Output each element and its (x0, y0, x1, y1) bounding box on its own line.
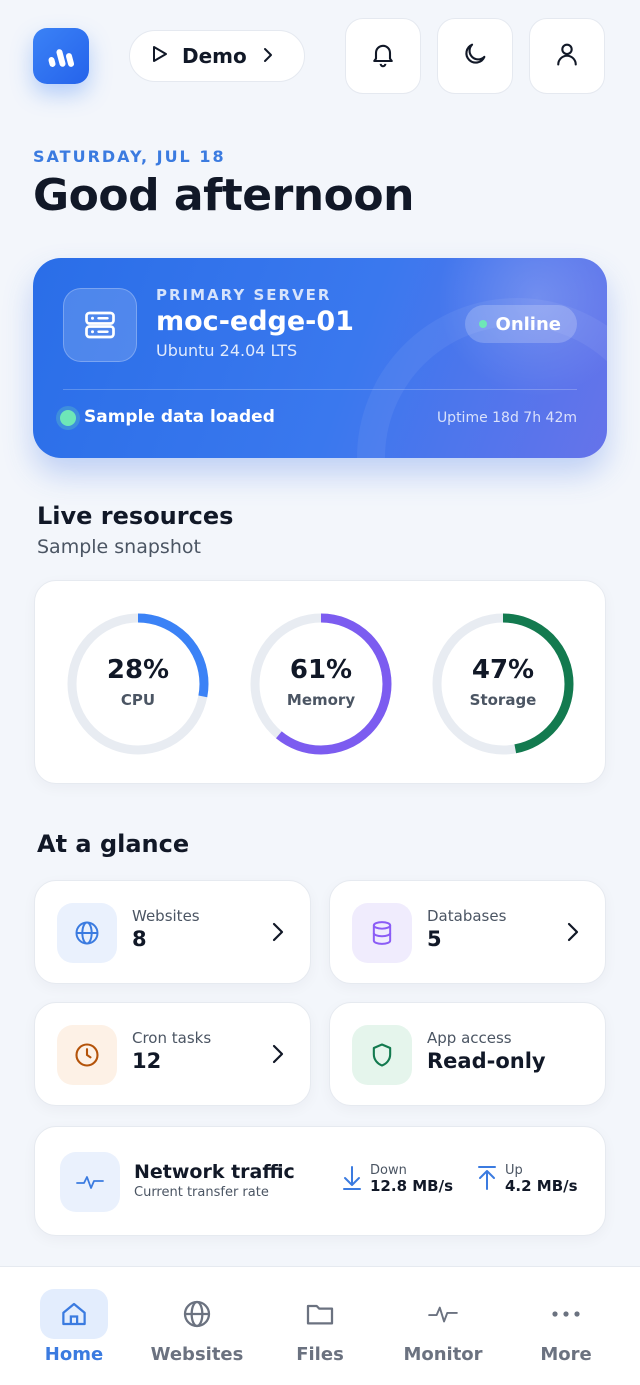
database-icon (352, 903, 412, 963)
gauge-value: 47% (471, 655, 535, 685)
gauge-value: 28% (106, 655, 170, 685)
memory-gauge: 61% Memory (248, 611, 394, 757)
bottom-navigation: Home Websites Files Monitor More (0, 1266, 640, 1385)
nav-item-files[interactable]: Files (256, 1267, 384, 1385)
tile-value: 12 (132, 1049, 162, 1073)
profile-button[interactable] (529, 18, 605, 94)
glance-title: At a glance (37, 830, 190, 858)
resources-card: 28% CPU 61% Memory 47% Storage (34, 580, 606, 784)
activity-icon (60, 1152, 120, 1212)
server-kicker: PRIMARY SERVER (156, 286, 332, 304)
status-text: Online (495, 313, 561, 335)
upload-label: Up (505, 1163, 523, 1178)
moon-icon (461, 40, 489, 72)
tile-value: 8 (132, 927, 147, 951)
bell-icon (369, 40, 397, 72)
nav-item-monitor[interactable]: Monitor (379, 1267, 507, 1385)
top-bar: Demo (33, 18, 607, 94)
network-subtitle: Current transfer rate (134, 1185, 269, 1200)
nav-item-websites[interactable]: Websites (133, 1267, 261, 1385)
home-icon (40, 1289, 108, 1339)
chevron-right-icon (272, 922, 284, 946)
gauge-label: CPU (120, 691, 156, 709)
bars-logo-icon[interactable] (33, 28, 89, 84)
clock-icon (57, 1025, 117, 1085)
resources-title: Live resources (37, 502, 234, 530)
date-label: SATURDAY, JUL 18 (33, 147, 226, 166)
download-value: 12.8 MB/s (370, 1177, 453, 1195)
cpu-gauge: 28% CPU (65, 611, 211, 757)
nav-label: Home (44, 1344, 104, 1365)
uptime-text: Uptime 18d 7h 42m (436, 410, 577, 426)
storage-gauge: 47% Storage (430, 611, 576, 757)
cron-tasks-tile[interactable]: Cron tasks 12 (34, 1002, 311, 1106)
nav-label: Websites (150, 1344, 244, 1365)
primary-server-card[interactable]: PRIMARY SERVER moc-edge-01 Ubuntu 24.04 … (33, 258, 607, 458)
app-access-tile: App access Read-only (329, 1002, 606, 1106)
folder-icon (286, 1289, 354, 1339)
tile-label: Databases (427, 907, 507, 925)
upload-value: 4.2 MB/s (505, 1177, 578, 1195)
notifications-button[interactable] (345, 18, 421, 94)
network-title: Network traffic (134, 1161, 295, 1183)
gauge-value: 61% (289, 655, 353, 685)
databases-tile[interactable]: Databases 5 (329, 880, 606, 984)
server-name: moc-edge-01 (156, 306, 354, 337)
activity-icon (409, 1289, 477, 1339)
page-title: Good afternoon (33, 170, 414, 221)
sample-data-note: Sample data loaded (84, 407, 275, 427)
shield-icon (352, 1025, 412, 1085)
nav-item-home[interactable]: Home (10, 1267, 138, 1385)
status-dot (478, 320, 487, 328)
nav-label: Files (296, 1344, 344, 1365)
theme-toggle-button[interactable] (437, 18, 513, 94)
chevron-right-icon (272, 1044, 284, 1068)
websites-tile[interactable]: Websites 8 (34, 880, 311, 984)
resources-subtitle: Sample snapshot (37, 536, 201, 558)
sample-indicator-dot (60, 410, 76, 426)
nav-label: More (540, 1344, 592, 1365)
play-icon (152, 44, 168, 68)
nav-label: Monitor (403, 1344, 483, 1365)
tile-label: Websites (132, 907, 200, 925)
gauge-label: Memory (286, 691, 356, 709)
more-dots-icon (532, 1289, 600, 1339)
globe-icon (57, 903, 117, 963)
divider (63, 389, 577, 390)
tile-value: Read-only (427, 1049, 546, 1073)
tile-value: 5 (427, 927, 442, 951)
status-badge: Online (464, 305, 577, 343)
server-os: Ubuntu 24.04 LTS (156, 341, 298, 360)
chevron-right-icon (263, 44, 273, 68)
network-traffic-card[interactable]: Network traffic Current transfer rate Do… (34, 1126, 606, 1236)
download-label: Down (370, 1163, 407, 1178)
chevron-right-icon (567, 922, 579, 946)
nav-item-more[interactable]: More (502, 1267, 630, 1385)
demo-label: Demo (182, 44, 247, 68)
gauge-label: Storage (469, 691, 537, 709)
tile-label: App access (427, 1029, 512, 1047)
arrow-down-icon (341, 1165, 363, 1195)
tile-label: Cron tasks (132, 1029, 212, 1047)
server-icon (63, 288, 137, 362)
demo-button[interactable]: Demo (129, 30, 305, 82)
arrow-up-icon (476, 1165, 498, 1195)
user-icon (553, 40, 581, 72)
globe-icon (163, 1289, 231, 1339)
